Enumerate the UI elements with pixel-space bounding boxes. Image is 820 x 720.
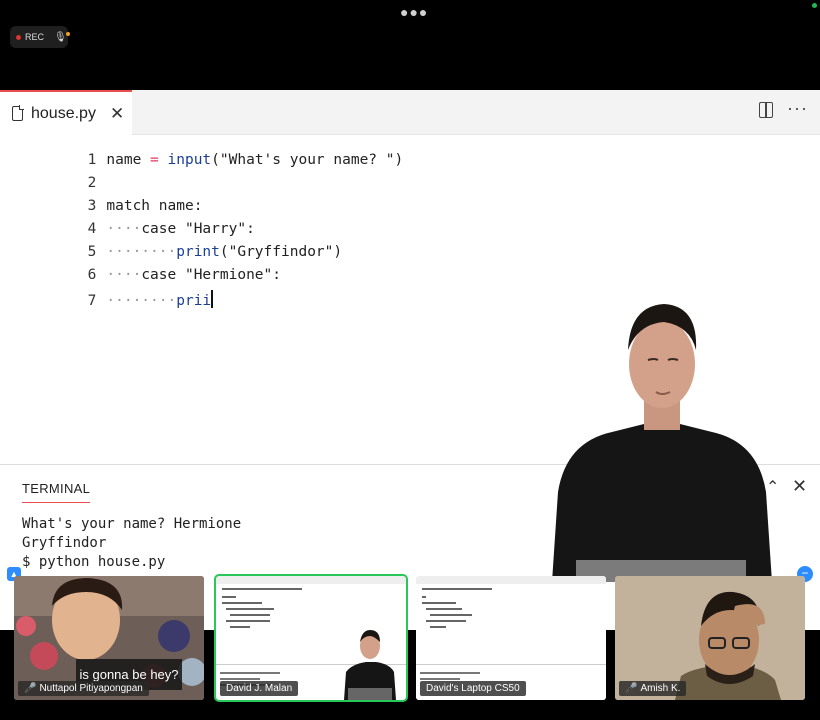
participant-name: Nuttapol Pitiyapongpan (39, 683, 143, 694)
microphone-icon: 🎙 (54, 31, 70, 43)
participant-name-label: David J. Malan (220, 681, 299, 696)
participant-tile[interactable]: David J. Malan (214, 574, 408, 702)
more-options-icon[interactable]: ●●● (400, 4, 428, 20)
split-editor-icon[interactable] (759, 102, 773, 118)
text-cursor (211, 290, 213, 308)
code-line: 5 ········print("Gryffindor") (0, 228, 342, 260)
whitespace-marker: ········ (106, 293, 177, 309)
line-number: 7 (87, 293, 97, 309)
participant-strip: is gonna be hey? 🎤 Nuttapol Pitiyapongpa… (0, 572, 820, 720)
muted-mic-icon: 🎤 (625, 683, 638, 694)
record-dot-icon (16, 34, 21, 40)
recording-indicator[interactable]: REC 🎙 (10, 26, 70, 48)
terminal-output[interactable]: What's your name? Hermione Gryffindor $ … (22, 515, 241, 572)
participant-tile[interactable]: 🎤 Amish K. (615, 576, 805, 700)
participant-name-label: 🎤 Nuttapol Pitiyapongpan (18, 681, 149, 696)
terminal-line: Gryffindor (22, 535, 107, 551)
muted-mic-icon: 🎤 (24, 683, 37, 694)
participant-name-label: 🎤 Amish K. (619, 681, 687, 696)
terminal-line: $ python house.py (22, 554, 166, 570)
tab-terminal[interactable]: TERMINAL (22, 481, 91, 503)
code-token: = (150, 152, 159, 168)
terminal-line: What's your name? Hermione (22, 516, 242, 532)
code-line: 3 match name: (0, 182, 203, 214)
code-line: 4 ····case "Harry": (0, 205, 255, 237)
file-icon (12, 105, 24, 121)
more-actions-icon[interactable]: ··· (787, 98, 808, 119)
close-tab-icon[interactable]: ✕ (110, 104, 124, 124)
editor-tab-bar: house.py ✕ ··· (0, 90, 820, 135)
tab-filename: house.py (31, 104, 96, 122)
participant-tile[interactable]: David's Laptop CS50 (416, 576, 606, 700)
participant-name-label: David's Laptop CS50 (420, 681, 526, 696)
code-token: prii (176, 293, 212, 309)
participant-name: Amish K. (640, 683, 681, 694)
participant-name: David J. Malan (226, 683, 293, 694)
code-line: 7 ········prii (0, 274, 213, 309)
code-token: ("What's your name? ") (211, 152, 404, 168)
recording-label: REC (25, 32, 45, 42)
code-line: 2 (0, 159, 106, 191)
close-panel-icon[interactable]: ✕ (792, 476, 807, 497)
code-line: 1 name = input("What's your name? ") (0, 136, 404, 168)
camera-indicator-icon (812, 3, 817, 8)
participant-tile[interactable]: is gonna be hey? 🎤 Nuttapol Pitiyapongpa… (14, 576, 204, 700)
presenter-video (552, 304, 772, 582)
code-token: name (106, 152, 142, 168)
code-token: input (167, 152, 212, 168)
tab-house-py[interactable]: house.py ✕ (0, 90, 132, 135)
participant-name: David's Laptop CS50 (426, 683, 520, 694)
code-line: 6 ····case "Hermione": (0, 251, 281, 283)
